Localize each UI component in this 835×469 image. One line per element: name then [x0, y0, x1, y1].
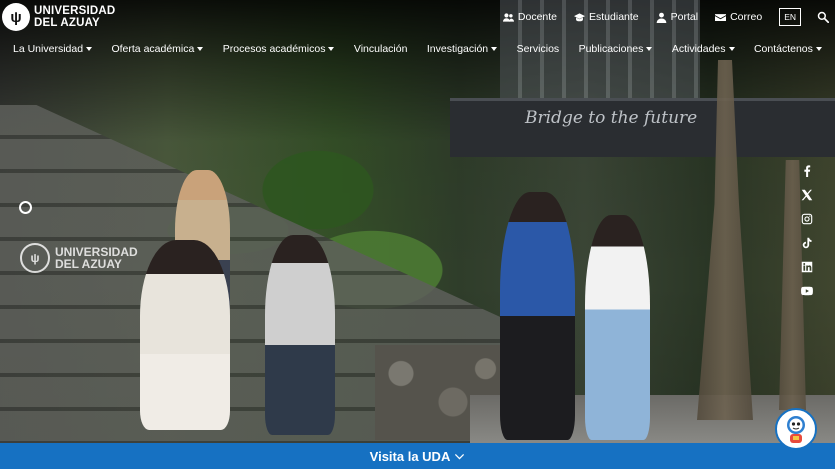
- toplink-correo[interactable]: Correo: [715, 11, 762, 23]
- caret-down-icon: [197, 47, 204, 52]
- top-links: Docente Estudiante Portal Correo EN: [502, 8, 835, 26]
- nav-label: Investigación: [426, 43, 489, 55]
- nav-investigacion[interactable]: Investigación: [426, 43, 498, 55]
- university-seal-icon: ψ: [20, 243, 50, 273]
- nav-label: Procesos académicos: [222, 43, 326, 55]
- envelope-icon: [715, 13, 727, 21]
- search-icon[interactable]: [817, 11, 829, 23]
- hero-person: [500, 192, 575, 440]
- nav-label: Publicaciones: [578, 43, 644, 55]
- youtube-icon[interactable]: [800, 284, 813, 297]
- nav-label: Servicios: [516, 43, 560, 55]
- main-nav: La Universidad Oferta académica Procesos…: [0, 43, 835, 55]
- hero-watermark-logo: ψ UNIVERSIDAD DEL AZUAY: [20, 243, 138, 273]
- university-seal-icon: ψ: [2, 3, 30, 31]
- facebook-icon[interactable]: [800, 164, 813, 177]
- nav-procesos-academicos[interactable]: Procesos académicos: [223, 43, 335, 55]
- caret-down-icon: [646, 47, 653, 52]
- nav-label: Oferta académica: [111, 43, 195, 55]
- toplink-label: Portal: [670, 11, 699, 23]
- nav-publicaciones[interactable]: Publicaciones: [579, 43, 653, 55]
- hero-person: [140, 240, 230, 430]
- graduation-cap-icon: [574, 12, 586, 21]
- slider-indicator-dot[interactable]: [19, 201, 32, 214]
- caret-down-icon: [328, 47, 335, 52]
- user-icon: [656, 12, 666, 23]
- caret-down-icon: [815, 47, 822, 52]
- nav-servicios[interactable]: Servicios: [517, 43, 560, 55]
- nav-actividades[interactable]: Actividades: [672, 43, 735, 55]
- logo-line1: UNIVERSIDAD: [34, 5, 116, 17]
- hero-person: [585, 215, 650, 440]
- watermark-line2: DEL AZUAY: [55, 257, 122, 271]
- chevron-down-icon: [455, 453, 465, 459]
- toplink-label: Correo: [730, 11, 763, 23]
- bridge-sign-text: Bridge to the future: [525, 108, 698, 128]
- instagram-icon[interactable]: [800, 212, 813, 225]
- toplink-label: Docente: [517, 11, 558, 23]
- nav-label: Vinculación: [353, 43, 408, 55]
- nav-contactenos[interactable]: Contáctenos: [754, 43, 822, 55]
- x-twitter-icon[interactable]: [800, 188, 813, 201]
- robot-mascot-icon: [787, 416, 805, 443]
- tiktok-icon[interactable]: [800, 236, 813, 249]
- nav-oferta-academica[interactable]: Oferta académica: [111, 43, 204, 55]
- hero-video-background: Bridge to the future ψ UNIVERSIDAD DEL A…: [0, 0, 835, 469]
- toplink-estudiante[interactable]: Estudiante: [574, 11, 639, 23]
- logo-line2: DEL AZUAY: [34, 17, 100, 29]
- toplink-portal[interactable]: Portal: [656, 11, 698, 23]
- toplink-docente[interactable]: Docente: [502, 11, 558, 23]
- nav-la-universidad[interactable]: La Universidad: [13, 43, 93, 55]
- caret-down-icon: [728, 47, 735, 52]
- users-icon: [502, 12, 514, 22]
- nav-label: Actividades: [671, 43, 726, 55]
- cta-label: Visita la UDA: [369, 448, 451, 464]
- nav-label: Contáctenos: [753, 43, 813, 55]
- chat-assistant-button[interactable]: [775, 408, 817, 450]
- social-links: [800, 164, 813, 297]
- language-switch-button[interactable]: EN: [779, 8, 801, 26]
- toplink-label: Estudiante: [589, 11, 639, 23]
- nav-vinculacion[interactable]: Vinculación: [354, 43, 408, 55]
- caret-down-icon: [86, 47, 93, 52]
- linkedin-icon[interactable]: [800, 260, 813, 273]
- caret-down-icon: [491, 47, 498, 52]
- visita-la-uda-button[interactable]: Visita la UDA: [0, 443, 835, 469]
- nav-label: La Universidad: [13, 43, 84, 55]
- hero-person: [265, 235, 335, 435]
- site-logo[interactable]: ψ UNIVERSIDAD DEL AZUAY: [2, 3, 115, 31]
